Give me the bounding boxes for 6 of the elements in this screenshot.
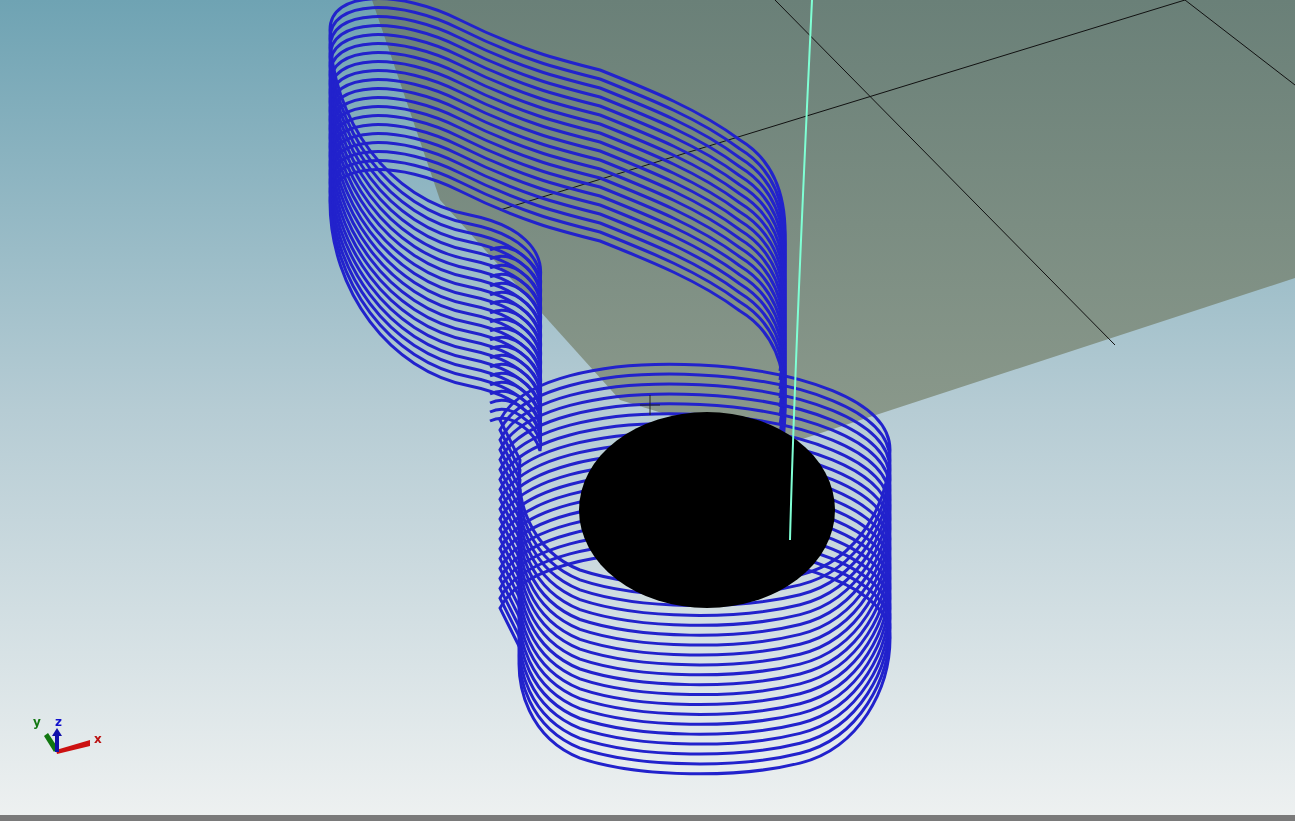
x-axis-label: x — [94, 732, 102, 746]
3d-viewport[interactable]: y z x — [0, 0, 1295, 821]
y-axis-label: y — [33, 715, 41, 729]
axis-triad-icon — [44, 728, 90, 754]
crosshair-icon — [639, 394, 661, 416]
z-axis-label: z — [55, 715, 62, 729]
